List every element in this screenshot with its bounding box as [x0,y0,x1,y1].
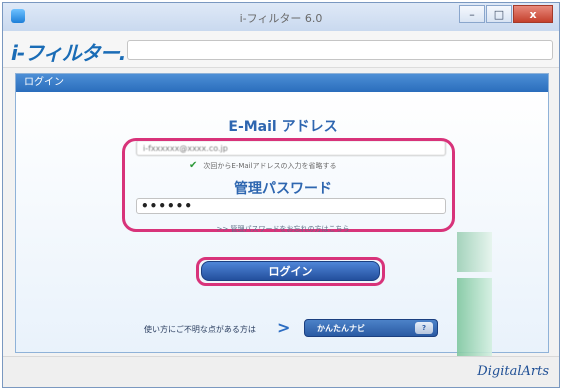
title-bar[interactable]: i-フィルター 6.0 – □ x [3,3,559,32]
login-button[interactable]: ログイン [201,261,380,281]
login-panel-header: ログイン [16,74,548,92]
close-button[interactable]: x [513,5,553,23]
easy-navi-label: かんたんナビ [317,324,365,333]
brand-logo: DigitalArts [477,364,549,379]
help-question-icon: ? [415,322,433,334]
easy-navi-button[interactable]: かんたんナビ ? [304,319,438,337]
footer: DigitalArts [3,356,559,387]
login-panel-body: E-Mail アドレス i-fxxxxxx@xxxx.co.jp ✔ 次回からE… [16,92,548,368]
decorative-panel-1 [457,232,492,272]
app-window: i-フィルター 6.0 – □ x i-フィルター. ログイン E-Mail ア… [2,2,560,388]
maximize-button[interactable]: □ [486,5,512,23]
minimize-button[interactable]: – [459,5,485,23]
login-panel: ログイン E-Mail アドレス i-fxxxxxx@xxxx.co.jp ✔ … [15,73,549,368]
app-toolbar: i-フィルター. [3,31,559,68]
toolbar-bar [127,40,553,60]
window-controls: – □ x [458,5,553,23]
decorative-panel-2 [457,278,492,368]
credentials-highlight [122,138,455,232]
help-text: 使い方にご不明な点がある方は [144,325,256,334]
arrow-right-icon: > [277,318,291,337]
app-logo: i-フィルター. [11,41,126,65]
email-label: E-Mail アドレス [228,119,338,135]
